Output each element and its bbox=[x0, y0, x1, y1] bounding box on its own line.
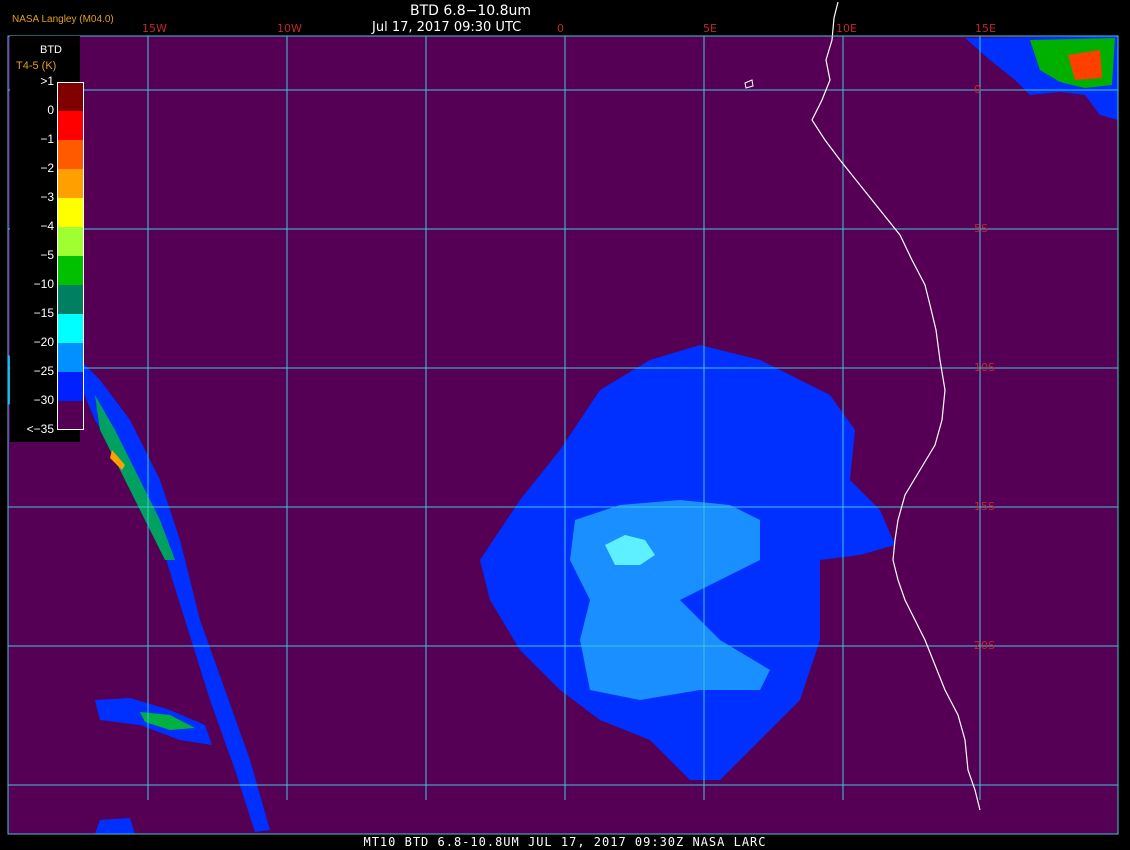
longitude-label: 15W bbox=[142, 22, 167, 35]
legend-tick-label: >1 bbox=[40, 74, 54, 88]
cloud-patch-sw-2 bbox=[95, 818, 135, 834]
longitude-label: 0 bbox=[557, 22, 564, 35]
legend-tick-label: −4 bbox=[40, 219, 54, 233]
longitude-label: 15E bbox=[975, 22, 996, 35]
legend-tick-label: −2 bbox=[40, 161, 54, 175]
legend-bar-frame bbox=[57, 82, 84, 430]
legend-tick-label: <−35 bbox=[26, 422, 54, 436]
latitude-label: 20S bbox=[974, 639, 995, 652]
color-scale-legend: BTD T4-5 (K) >1 0 −1 −2 −3 −4 −5 −10 −15 −20 −25 −3… bbox=[10, 36, 84, 442]
latitude-label: 10S bbox=[974, 361, 995, 374]
latitude-label: 0 bbox=[974, 83, 981, 96]
map-canvas bbox=[7, 1, 1119, 835]
producer-credit: NASA Langley (M04.0) bbox=[12, 14, 114, 25]
legend-tick-label: −30 bbox=[33, 393, 54, 407]
legend-tick-label: −3 bbox=[40, 190, 54, 204]
legend-subtitle: T4-5 (K) bbox=[16, 60, 57, 72]
legend-tick-label: −10 bbox=[33, 277, 54, 291]
longitude-label: 5E bbox=[703, 22, 717, 35]
legend-tick-label: 0 bbox=[47, 103, 54, 117]
legend-tick-label: −5 bbox=[40, 248, 54, 262]
longitude-label: 10E bbox=[836, 22, 857, 35]
latitude-label: 15S bbox=[974, 500, 995, 513]
legend-tick-label: −25 bbox=[33, 364, 54, 378]
product-title: BTD 6.8−10.8um bbox=[410, 3, 532, 19]
latitude-label: 5S bbox=[974, 222, 988, 235]
legend-tick-label: −15 bbox=[33, 306, 54, 320]
footer-caption: MT10 BTD 6.8-10.8UM JUL 17, 2017 09:30Z … bbox=[363, 835, 767, 849]
legend-title: BTD bbox=[40, 44, 62, 56]
legend-tick-label: −1 bbox=[40, 132, 54, 146]
longitude-label: 10W bbox=[277, 22, 302, 35]
legend-tick-label: −20 bbox=[33, 335, 54, 349]
observation-datetime: Jul 17, 2017 09:30 UTC bbox=[372, 20, 522, 35]
